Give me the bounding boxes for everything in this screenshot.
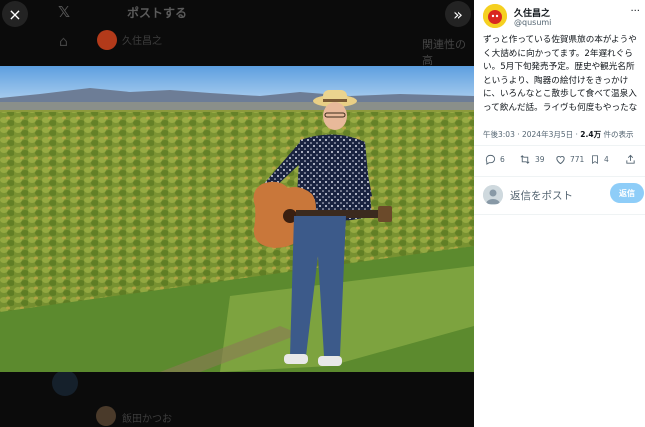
- backdrop-side-heading: 関連性の高: [422, 38, 466, 67]
- backdrop-avatar: [52, 370, 78, 396]
- author-handle[interactable]: @qusumi: [514, 18, 551, 27]
- tweet-header: 久住昌之 @qusumi ···: [480, 4, 640, 30]
- backdrop-avatar: [96, 406, 116, 426]
- share-icon: [626, 154, 635, 164]
- share-action[interactable]: [625, 154, 640, 165]
- tweet-text: ずっと作っている佐賀県旅の本がようやく大詰めに向かってます。2年遅れぐらい。5月…: [483, 35, 638, 113]
- user-avatar[interactable]: [483, 185, 503, 205]
- reply-count: 6: [500, 155, 505, 164]
- home-icon: ⌂: [59, 34, 68, 50]
- reply-button[interactable]: 返信: [610, 183, 644, 203]
- close-viewer-button[interactable]: ×: [2, 1, 28, 27]
- backdrop-header-title: ポストする: [127, 6, 188, 20]
- bookmark-count: 4: [604, 155, 609, 164]
- x-logo-icon: 𝕏: [58, 3, 71, 21]
- repost-icon: [520, 155, 530, 164]
- reply-action[interactable]: 6: [485, 154, 505, 165]
- reply-composer: 返信をポスト 返信: [483, 183, 644, 207]
- backdrop-bottom-name: 飯田かつお: [122, 414, 172, 425]
- divider: [474, 176, 645, 177]
- photo-image: [0, 66, 474, 372]
- expand-sidebar-button[interactable]: »: [445, 1, 471, 27]
- reply-input[interactable]: 返信をポスト: [510, 188, 573, 203]
- more-options-icon[interactable]: ···: [630, 6, 640, 17]
- like-action[interactable]: 771: [555, 154, 584, 165]
- reply-icon: [485, 154, 496, 165]
- bookmark-icon: [592, 155, 598, 165]
- backdrop-author: 久住昌之: [122, 36, 162, 47]
- tweet-photo[interactable]: [0, 66, 474, 372]
- backdrop-avatar: [97, 30, 117, 50]
- divider: [474, 145, 645, 146]
- heart-icon: [556, 155, 565, 165]
- divider: [474, 214, 645, 215]
- like-count: 771: [570, 155, 585, 164]
- repost-count: 39: [535, 155, 545, 164]
- tweet-timestamp[interactable]: 午後3:03 · 2024年3月5日 ·: [483, 130, 580, 139]
- author-avatar[interactable]: [483, 4, 507, 28]
- tweet-actions: 6 39 771 4: [483, 154, 641, 170]
- bookmark-action[interactable]: 4: [590, 154, 609, 165]
- tweet-meta: 午後3:03 · 2024年3月5日 · 2.4万 件の表示: [483, 129, 633, 140]
- views-count: 2.4万: [580, 130, 602, 139]
- views-label: 件の表示: [601, 130, 634, 139]
- tweet-detail-panel: 久住昌之 @qusumi ··· ずっと作っている佐賀県旅の本がようやく大詰めに…: [474, 0, 645, 427]
- repost-action[interactable]: 39: [519, 154, 545, 165]
